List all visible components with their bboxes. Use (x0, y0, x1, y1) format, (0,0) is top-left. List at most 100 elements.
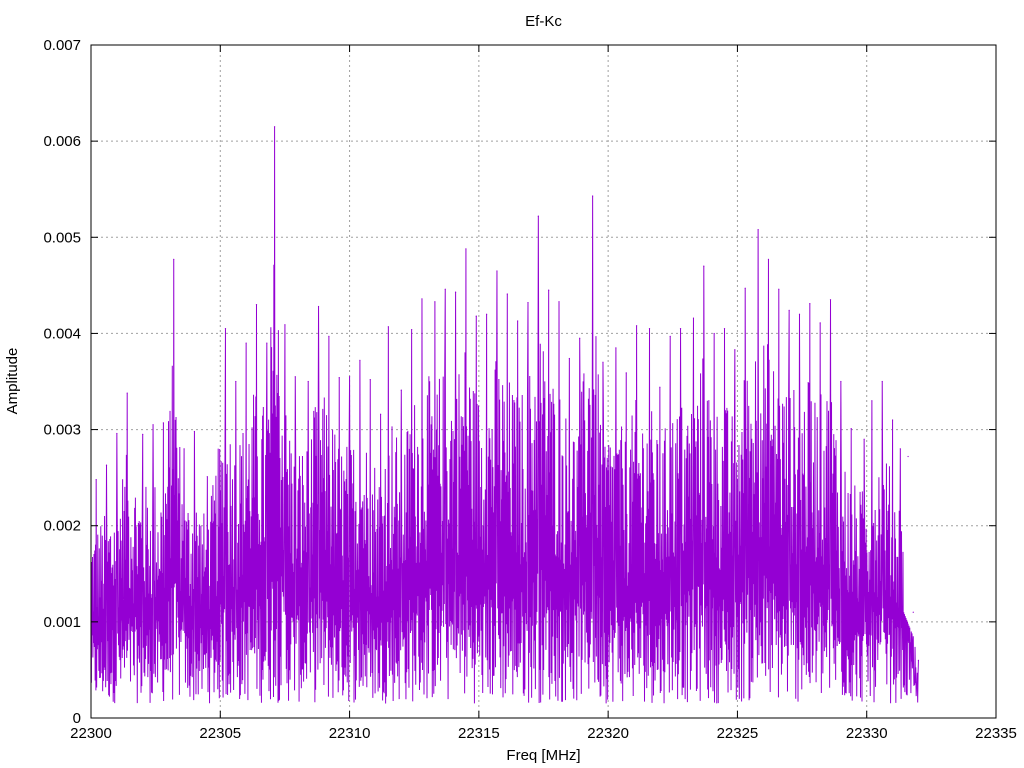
data-point (798, 313, 801, 315)
data-point (284, 324, 286, 326)
data-point (788, 309, 790, 311)
data-point (548, 289, 550, 291)
y-tick-label: 0.004 (43, 325, 81, 342)
data-point (757, 228, 759, 231)
data-point (173, 258, 175, 260)
data-point (294, 376, 296, 378)
data-point (328, 335, 330, 337)
data-point (486, 313, 488, 315)
y-tick-label: 0.001 (43, 614, 81, 631)
data-point (411, 328, 413, 331)
data-point (255, 303, 258, 306)
data-point (881, 380, 883, 383)
y-axis-title: Amplitude (4, 348, 21, 415)
data-point (338, 377, 340, 379)
data-point (558, 301, 560, 303)
y-tick-label: 0.007 (43, 37, 81, 54)
data-point (152, 424, 154, 426)
data-point (348, 376, 351, 378)
data-point (105, 464, 108, 466)
data-point (224, 328, 227, 330)
series-line (90, 126, 919, 704)
data-point (615, 347, 617, 349)
data-point (266, 342, 268, 344)
y-tick-label: 0.006 (43, 133, 81, 150)
data-point (899, 448, 901, 450)
x-tick-label: 22305 (199, 725, 241, 742)
data-point (840, 380, 842, 383)
data-point (723, 328, 726, 330)
data-point (829, 299, 832, 301)
data-point (819, 322, 821, 324)
data-point (744, 287, 746, 289)
data-point (235, 380, 237, 383)
data-point (648, 328, 651, 330)
line-chart: 22300 22305 22310 22315 22320 22325 22330 22335… (4, 13, 1017, 764)
y-tick-label: 0.003 (43, 422, 81, 439)
data-point (400, 389, 402, 391)
data-point (193, 430, 196, 433)
y-tick-label: 0.002 (43, 518, 81, 535)
data-point (734, 349, 736, 351)
data-point (506, 293, 508, 295)
data-point (891, 419, 894, 421)
data-point (359, 359, 361, 361)
data-point (912, 611, 914, 613)
data-point (602, 361, 604, 363)
data-point (245, 342, 247, 344)
chart-container: 22300 22305 22310 22315 22320 22325 22330 22335… (0, 0, 1024, 768)
data-point (659, 386, 661, 388)
data-point (679, 328, 682, 330)
data-point (126, 392, 128, 394)
x-axis-title: Freq [MHz] (506, 747, 580, 764)
data-point (95, 478, 97, 481)
data-point (592, 195, 594, 197)
data-point (465, 248, 467, 250)
x-tick-label: 22330 (846, 725, 888, 742)
data-point (692, 317, 695, 319)
data-point (809, 303, 811, 305)
data-point (454, 291, 457, 293)
data-point (162, 422, 164, 424)
data-point (116, 432, 118, 435)
data-point (871, 400, 873, 402)
data-point (517, 320, 519, 322)
data-point (703, 265, 705, 267)
y-tick-label: 0 (73, 710, 81, 727)
data-point (387, 326, 389, 328)
data-point (307, 380, 309, 383)
data-point (273, 126, 276, 128)
data-point (434, 301, 436, 303)
data-point (625, 372, 627, 374)
x-tick-label: 22315 (458, 725, 500, 742)
data-point (850, 428, 852, 430)
data-point (380, 413, 382, 415)
data-point (317, 305, 320, 308)
data-point (527, 302, 529, 304)
data-point (206, 476, 208, 478)
data-point (568, 357, 570, 360)
data-point (669, 335, 671, 337)
x-tick-label: 22300 (70, 725, 112, 742)
x-tick-label: 22335 (975, 725, 1017, 742)
y-tick-label: 0.005 (43, 229, 81, 246)
data-point (369, 378, 371, 381)
data-point (579, 337, 581, 339)
data-point (537, 215, 539, 217)
data-point (421, 298, 423, 300)
data-point (778, 288, 780, 290)
x-tick-label: 22320 (587, 725, 629, 742)
data-point (917, 659, 920, 661)
x-tick-label: 22310 (329, 725, 371, 742)
data-point (767, 258, 770, 260)
data-point (444, 288, 446, 290)
data-point (475, 315, 477, 317)
data-point (142, 433, 144, 435)
x-tick-label: 22325 (717, 725, 759, 742)
data-point (183, 448, 185, 450)
data-point (713, 332, 715, 335)
data-point (907, 455, 909, 458)
data-point (635, 325, 638, 327)
chart-title: Ef-Kc (525, 13, 562, 30)
data-point (496, 270, 498, 272)
